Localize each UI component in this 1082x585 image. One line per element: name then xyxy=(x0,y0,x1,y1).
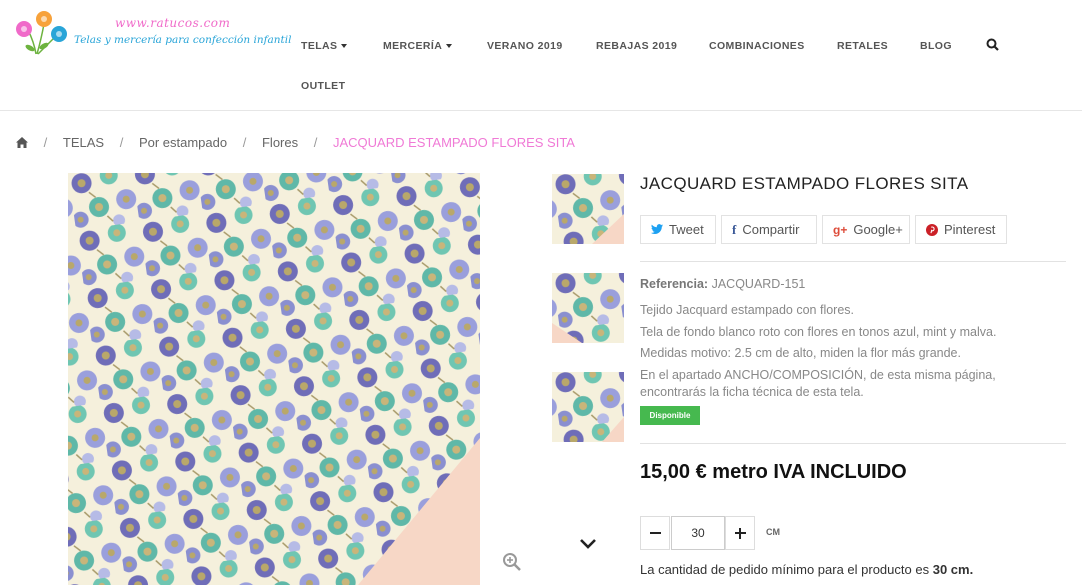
google-plus-icon: g+ xyxy=(833,222,848,237)
nav-label: OUTLET xyxy=(301,80,346,92)
breadcrumb-separator: / xyxy=(119,135,124,150)
breadcrumb-item[interactable]: TELAS xyxy=(63,135,104,150)
share-label: Compartir xyxy=(742,222,800,237)
thumbnail-1[interactable] xyxy=(552,174,624,244)
nav-item-telas[interactable]: TELAS xyxy=(301,40,348,52)
zoom-in-icon xyxy=(503,553,521,571)
breadcrumb: / TELAS / Por estampado / Flores / JACQU… xyxy=(16,135,575,150)
breadcrumb-separator: / xyxy=(313,135,318,150)
nav-item-outlet[interactable]: OUTLET xyxy=(301,80,345,92)
home-icon[interactable] xyxy=(16,135,28,150)
fabric-thumbnail-image xyxy=(552,174,624,244)
share-label: Tweet xyxy=(669,222,704,237)
site-header: www.ratucos.com Telas y mercería para co… xyxy=(0,0,1082,111)
thumbnail-3[interactable] xyxy=(552,372,624,442)
fabric-thumbnail-image xyxy=(552,273,624,343)
reference-label: Referencia: xyxy=(640,277,709,291)
nav-label: MERCERÍA xyxy=(383,40,443,52)
share-label: Pinterest xyxy=(944,222,996,237)
site-logo[interactable]: www.ratucos.com Telas y mercería para co… xyxy=(14,10,291,60)
nav-label: RETALES xyxy=(837,40,889,52)
breadcrumb-current: JACQUARD ESTAMPADO FLORES SITA xyxy=(332,135,575,150)
nav-label: BLOG xyxy=(920,40,952,52)
nav-item-verano[interactable]: VERANO 2019 xyxy=(487,40,563,52)
nav-label: COMBINACIONES xyxy=(709,40,805,52)
min-order-note: La cantidad de pedido mínimo para el pro… xyxy=(640,562,973,577)
nav-item-rebajas[interactable]: REBAJAS 2019 xyxy=(596,40,677,52)
availability-badge: Disponible xyxy=(640,406,700,425)
description-line: encontrarás la ficha técnica de esta tel… xyxy=(640,385,864,399)
facebook-icon: f xyxy=(732,221,737,237)
thumbnail-2[interactable] xyxy=(552,273,624,343)
breadcrumb-item[interactable]: Por estampado xyxy=(139,135,227,150)
nav-item-blog[interactable]: BLOG xyxy=(920,40,952,52)
description-line: Tela de fondo blanco roto con flores en … xyxy=(640,325,997,339)
share-pinterest-button[interactable]: Pinterest xyxy=(915,215,1007,244)
share-google-plus-button[interactable]: g+ Google+ xyxy=(822,215,910,244)
breadcrumb-separator: / xyxy=(43,135,48,150)
nav-item-retales[interactable]: RETALES xyxy=(837,40,888,52)
share-label: Google+ xyxy=(853,222,903,237)
product-title: JACQUARD ESTAMPADO FLORES SITA xyxy=(640,174,969,193)
product-price: 15,00 € metro IVA INCLUIDO xyxy=(640,461,907,483)
divider xyxy=(640,443,1066,444)
description-line: En el apartado ANCHO/COMPOSICIÓN, de est… xyxy=(640,368,996,382)
fabric-pattern-image xyxy=(68,173,480,585)
search-button[interactable] xyxy=(986,38,999,54)
share-twitter-button[interactable]: Tweet xyxy=(640,215,716,244)
nav-label: VERANO 2019 xyxy=(487,40,563,52)
share-facebook-button[interactable]: f Compartir xyxy=(721,215,817,244)
thumbnails-next-button[interactable] xyxy=(579,537,597,555)
zoom-button[interactable] xyxy=(502,552,522,577)
quantity-unit: CM xyxy=(766,527,780,537)
nav-item-merceria[interactable]: MERCERÍA xyxy=(383,40,453,52)
fabric-thumbnail-image xyxy=(552,372,624,442)
flowers-logo-icon xyxy=(16,11,67,55)
minus-icon xyxy=(649,531,661,535)
nav-label: REBAJAS 2019 xyxy=(596,40,678,52)
divider xyxy=(640,261,1066,262)
quantity-increase-button[interactable] xyxy=(725,516,755,550)
logo-url: www.ratucos.com xyxy=(115,16,231,30)
min-order-value: 30 cm. xyxy=(932,562,974,577)
caret-down-icon xyxy=(446,44,453,49)
reference-value: JACQUARD-151 xyxy=(711,277,806,291)
logo-tagline: Telas y mercería para confección infanti… xyxy=(74,34,292,46)
min-order-text: La cantidad de pedido mínimo para el pro… xyxy=(640,562,930,577)
search-icon xyxy=(986,38,999,51)
caret-down-icon xyxy=(341,44,348,49)
nav-item-combinaciones[interactable]: COMBINACIONES xyxy=(709,40,805,52)
pinterest-icon xyxy=(926,223,938,236)
quantity-input[interactable] xyxy=(671,516,725,550)
nav-label: TELAS xyxy=(301,40,338,52)
description-line: Medidas motivo: 2.5 cm de alto, miden la… xyxy=(640,346,961,360)
product-main-image[interactable] xyxy=(68,173,480,585)
twitter-icon xyxy=(651,224,663,234)
product-reference: Referencia: JACQUARD-151 xyxy=(640,277,805,291)
breadcrumb-separator: / xyxy=(242,135,247,150)
description-line: Tejido Jacquard estampado con flores. xyxy=(640,303,855,317)
plus-icon xyxy=(734,527,746,539)
quantity-decrease-button[interactable] xyxy=(640,516,670,550)
chevron-down-icon xyxy=(580,539,596,549)
breadcrumb-item[interactable]: Flores xyxy=(262,135,298,150)
